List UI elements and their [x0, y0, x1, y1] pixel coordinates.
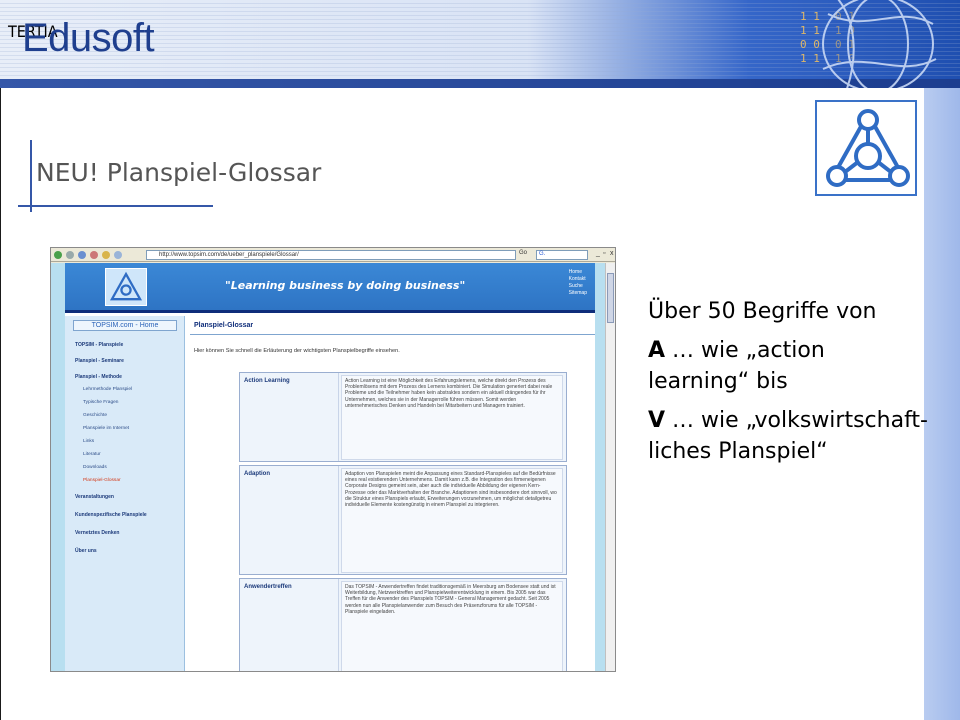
- glossary-entry: Anwendertreffen Das TOPSIM - Anwendertre…: [239, 578, 567, 671]
- bullet-v: V … wie „volkswirtschaft-liches Planspie…: [648, 405, 928, 467]
- glossary-term: Adaption: [244, 471, 270, 477]
- bullet-v-letter: V: [648, 408, 666, 433]
- home-button[interactable]: TOPSIM.com - Home: [73, 320, 177, 331]
- sidebar-item[interactable]: Kundenspezifische Planspiele: [75, 512, 147, 518]
- site-sidebar: TOPSIM.com - Home TOPSIM - Planspiele Pla…: [65, 316, 185, 671]
- logo-tag: TERTIA: [8, 22, 58, 52]
- home-icon[interactable]: [102, 251, 110, 259]
- minimize-button[interactable]: _: [596, 250, 600, 257]
- site-content: Planspiel-Glossar Hier können Sie schnel…: [190, 316, 595, 671]
- address-bar[interactable]: http://www.topsim.com/de/ueber_planspiel…: [146, 250, 516, 260]
- bookmark-icon[interactable]: [114, 251, 122, 259]
- reload-icon[interactable]: [78, 251, 86, 259]
- site-logo-icon[interactable]: [105, 268, 147, 306]
- scrollbar-thumb[interactable]: [607, 273, 614, 323]
- page-title: NEU! Planspiel-Glossar: [36, 158, 322, 187]
- browser-toolbar: http://www.topsim.com/de/ueber_planspiel…: [51, 248, 615, 262]
- site-container: "Learning business by doing business" Ho…: [65, 263, 595, 671]
- back-icon[interactable]: [54, 251, 62, 259]
- bullet-a: A … wie „action learning“ bis: [648, 335, 928, 397]
- intro-text: Hier können Sie schnell die Erläuterung …: [194, 348, 400, 354]
- sidebar-subitem[interactable]: Planspiele im Internet: [83, 426, 129, 431]
- globe-swirl-icon: [822, 0, 937, 88]
- top-link-search[interactable]: Suche: [569, 283, 587, 290]
- sidebar-subitem[interactable]: Geschichte: [83, 413, 107, 418]
- site-slogan: "Learning business by doing business": [225, 279, 466, 292]
- title-underline: [18, 205, 213, 207]
- go-button[interactable]: Go: [519, 250, 527, 256]
- bullet-v-text: … wie „volkswirtschaft-liches Planspiel“: [648, 408, 928, 464]
- bullet-intro: Über 50 Begriffe von: [648, 299, 877, 324]
- site-top-links: Home Kontakt Suche Sitemap: [569, 269, 587, 297]
- close-button[interactable]: x: [610, 250, 614, 257]
- browser-screenshot: http://www.topsim.com/de/ueber_planspiel…: [50, 247, 616, 672]
- glossary-description: Adaption von Planspielen meint die Anpas…: [341, 468, 563, 573]
- sidebar-subitem[interactable]: Planspiel-Glossar: [83, 478, 121, 483]
- bullet-a-text: … wie „action learning“ bis: [648, 338, 825, 394]
- bullet-a-letter: A: [648, 338, 666, 363]
- page-scrollbar[interactable]: [605, 263, 615, 671]
- sidebar-subitem[interactable]: Typische Fragen: [83, 400, 118, 405]
- sidebar-item[interactable]: Planspiel - Seminare: [75, 358, 124, 364]
- slide-text: Über 50 Begriffe von A … wie „action lea…: [648, 296, 928, 475]
- top-link-contact[interactable]: Kontakt: [569, 276, 587, 283]
- stop-icon[interactable]: [90, 251, 98, 259]
- sidebar-subitem[interactable]: Links: [83, 439, 94, 444]
- glossary-term: Anwendertreffen: [244, 584, 292, 590]
- title-accent-bar: [30, 140, 32, 212]
- sidebar-subitem[interactable]: Downloads: [83, 465, 107, 470]
- topsim-emblem-icon: [815, 100, 917, 196]
- sidebar-subitem[interactable]: Literatur: [83, 452, 101, 457]
- sidebar-item[interactable]: Über uns: [75, 548, 97, 554]
- sidebar-item[interactable]: Planspiel - Methode: [75, 374, 122, 380]
- sidebar-item[interactable]: TOPSIM - Planspiele: [75, 342, 123, 348]
- sidebar-subitem[interactable]: Lehrmethode Planspiel: [83, 387, 132, 392]
- sidebar-item[interactable]: Veranstaltungen: [75, 494, 114, 500]
- glossary-entry: Adaption Adaption von Planspielen meint …: [239, 465, 567, 575]
- site-header: "Learning business by doing business" Ho…: [65, 263, 595, 313]
- slide-header: TERTIA Edusoft 1 1 1 1 0 0 1 1 0 1 1 0 0…: [0, 0, 960, 88]
- right-side-band: [924, 88, 960, 720]
- top-link-sitemap[interactable]: Sitemap: [569, 290, 587, 297]
- glossary-entry: Action Learning Action Learning ist eine…: [239, 372, 567, 462]
- logo-text: Edusoft: [22, 16, 155, 60]
- glossary-term: Action Learning: [244, 378, 290, 384]
- forward-icon[interactable]: [66, 251, 74, 259]
- search-input[interactable]: G.: [536, 250, 588, 260]
- glossary-description: Das TOPSIM - Anwendertreffen findet trad…: [341, 581, 563, 671]
- web-page: "Learning business by doing business" Ho…: [51, 263, 607, 671]
- top-link-home[interactable]: Home: [569, 269, 587, 276]
- glossary-description: Action Learning ist eine Möglichkeit des…: [341, 375, 563, 460]
- site-page-title: Planspiel-Glossar: [194, 322, 254, 329]
- title-divider: [190, 334, 595, 335]
- left-frame-line: [0, 88, 1, 720]
- maximize-button[interactable]: ▫: [603, 250, 605, 257]
- sidebar-item[interactable]: Vernetztes Denken: [75, 530, 119, 536]
